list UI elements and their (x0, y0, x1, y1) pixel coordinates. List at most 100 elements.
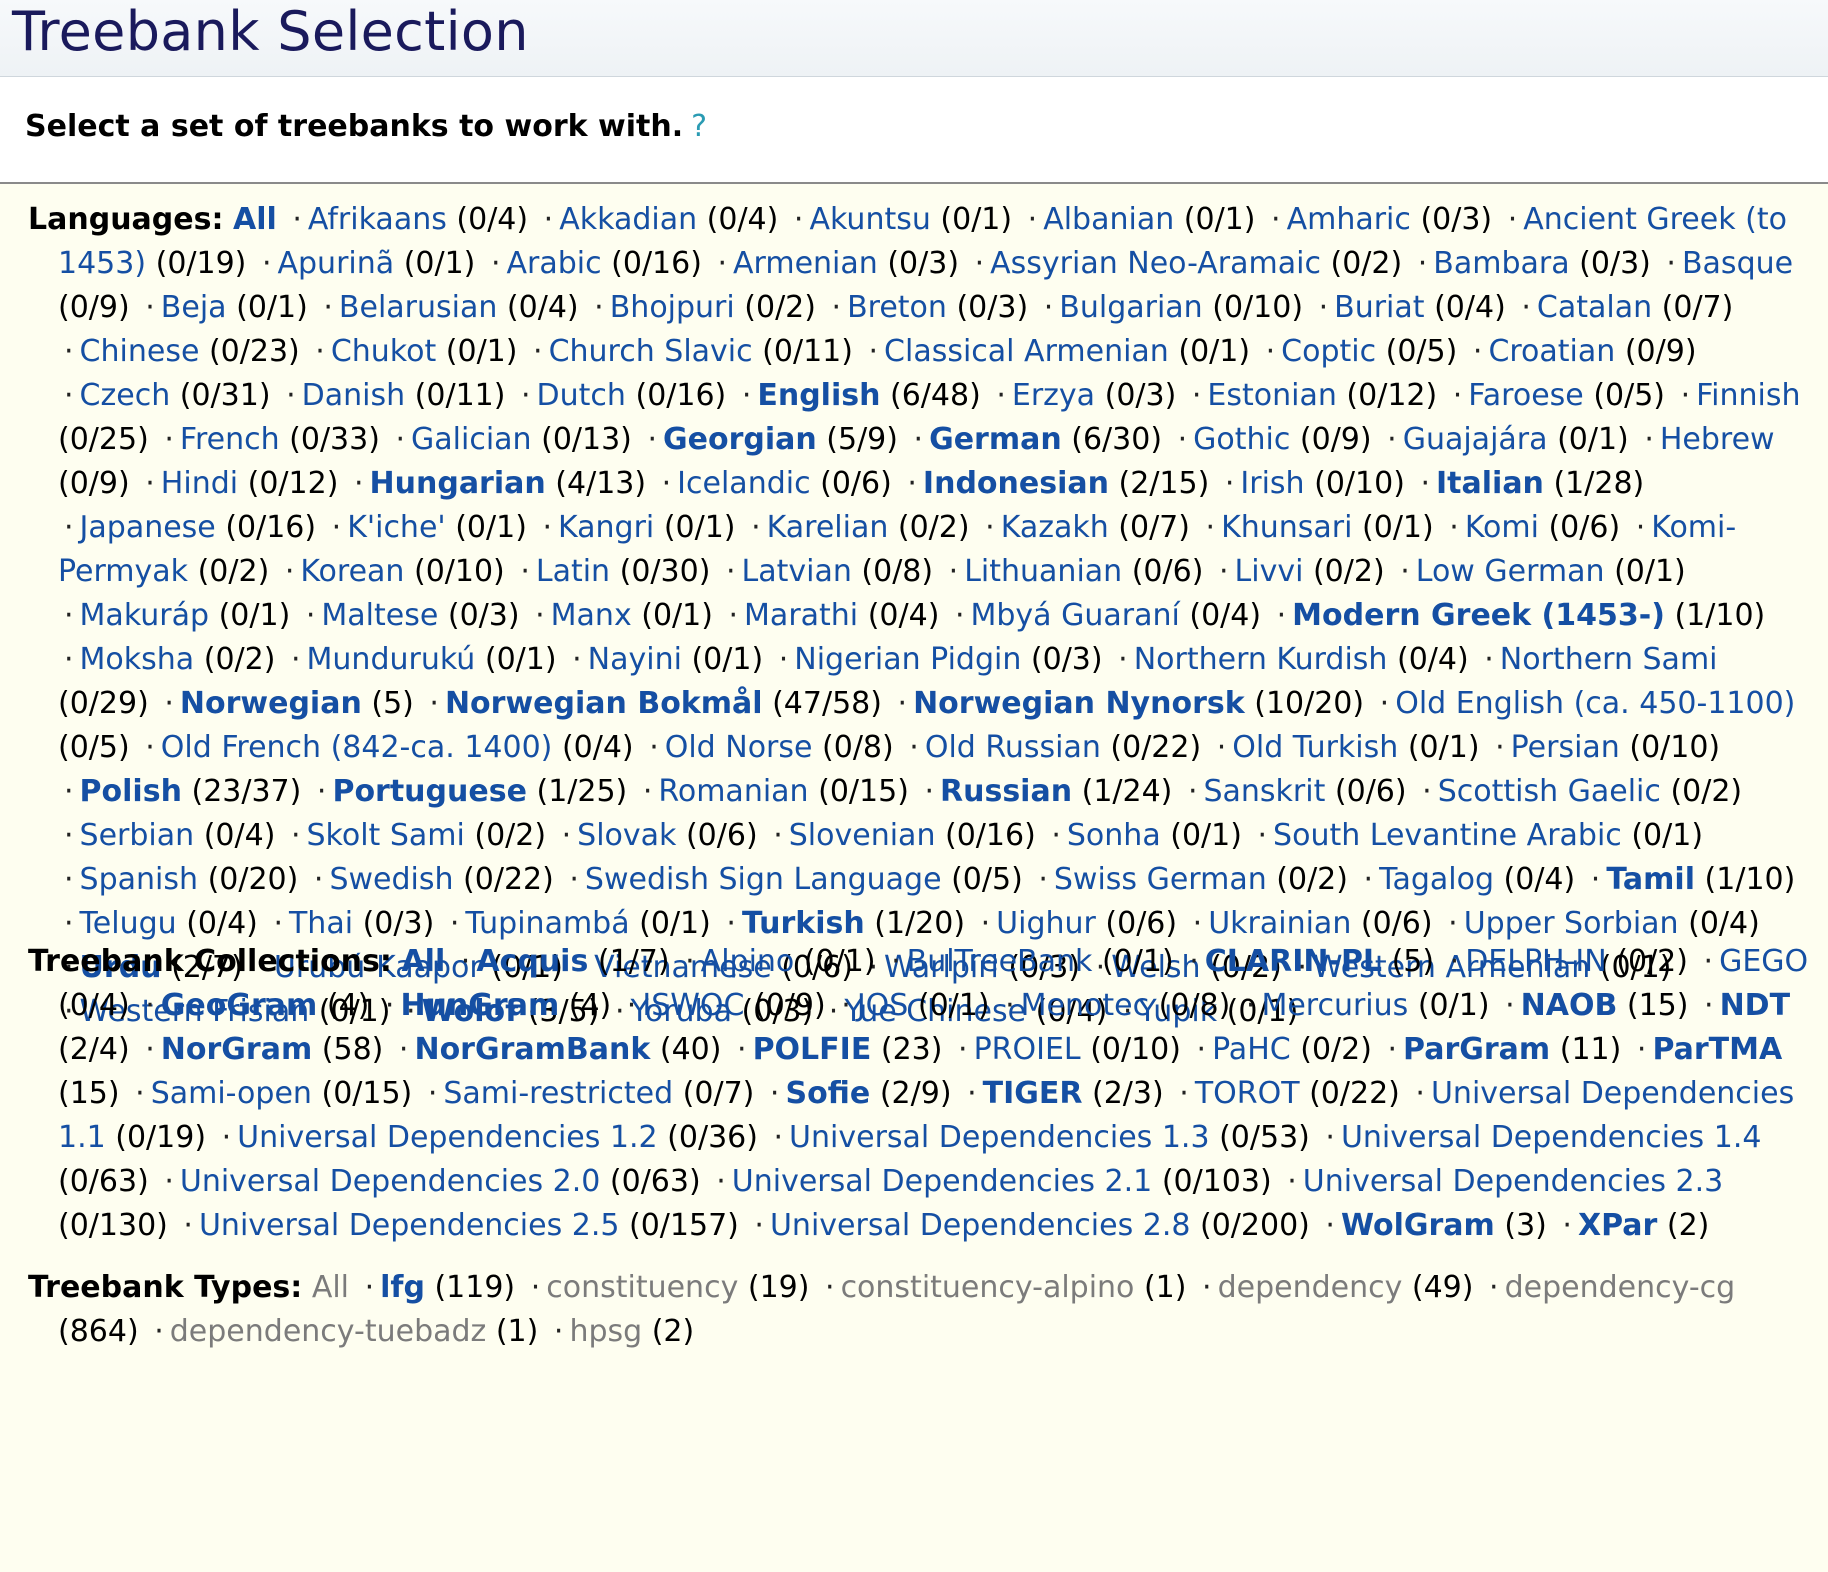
collection-link-hungram[interactable]: HunGram (400, 988, 559, 1023)
language-link-norwegian[interactable]: Norwegian (180, 686, 362, 721)
collection-link-gego[interactable]: GEGO (1719, 944, 1808, 979)
collection-link-universal-dependencies-2-3[interactable]: Universal Dependencies 2.3 (1303, 1164, 1723, 1199)
language-link-skolt-sami[interactable]: Skolt Sami (307, 818, 465, 853)
language-link-faroese[interactable]: Faroese (1468, 378, 1583, 413)
language-link-old-french-842-ca-1400[interactable]: Old French (842-ca. 1400) (161, 730, 553, 765)
collection-link-proiel[interactable]: PROIEL (974, 1032, 1081, 1067)
language-link-norwegian-bokmal[interactable]: Norwegian Bokmål (445, 686, 763, 721)
language-link-hindi[interactable]: Hindi (161, 466, 238, 501)
collection-link-universal-dependencies-2-5[interactable]: Universal Dependencies 2.5 (199, 1208, 619, 1243)
language-link-english[interactable]: English (757, 378, 880, 413)
collection-link-universal-dependencies-1-2[interactable]: Universal Dependencies 1.2 (237, 1120, 657, 1155)
language-link-erzya[interactable]: Erzya (1012, 378, 1095, 413)
language-link-thai[interactable]: Thai (289, 906, 353, 941)
type-link-hpsg[interactable]: hpsg (569, 1314, 642, 1349)
collection-link-iswoc[interactable]: ISWOC (642, 988, 744, 1023)
collection-link-universal-dependencies-1-4[interactable]: Universal Dependencies 1.4 (1341, 1120, 1761, 1155)
collection-link-bultreebank[interactable]: BulTreeBank (907, 944, 1093, 979)
language-link-chukot[interactable]: Chukot (331, 334, 436, 369)
language-link-hungarian[interactable]: Hungarian (370, 466, 546, 501)
language-link-norwegian-nynorsk[interactable]: Norwegian Nynorsk (913, 686, 1245, 721)
language-link-mbya-guarani[interactable]: Mbyá Guaraní (971, 598, 1180, 633)
language-link-church-slavic[interactable]: Church Slavic (549, 334, 753, 369)
language-link-telugu[interactable]: Telugu (80, 906, 177, 941)
language-link-tupinamba[interactable]: Tupinambá (465, 906, 629, 941)
collection-link-partma[interactable]: ParTMA (1652, 1032, 1782, 1067)
language-link-kangri[interactable]: Kangri (558, 510, 654, 545)
language-link-german[interactable]: German (929, 422, 1062, 457)
language-link-tagalog[interactable]: Tagalog (1379, 862, 1494, 897)
collection-link-pahc[interactable]: PaHC (1212, 1032, 1291, 1067)
language-link-apurina[interactable]: Apurinã (277, 246, 394, 281)
language-link-low-german[interactable]: Low German (1416, 554, 1605, 589)
help-link[interactable]: ? (691, 109, 707, 144)
language-link-albanian[interactable]: Albanian (1043, 202, 1174, 237)
language-link-makurap[interactable]: Makuráp (80, 598, 210, 633)
language-link-nayini[interactable]: Nayini (588, 642, 682, 677)
language-link-bulgarian[interactable]: Bulgarian (1059, 290, 1202, 325)
language-link-northern-kurdish[interactable]: Northern Kurdish (1134, 642, 1388, 677)
language-link-chinese[interactable]: Chinese (80, 334, 200, 369)
language-link-bambara[interactable]: Bambara (1433, 246, 1569, 281)
language-link-tamil[interactable]: Tamil (1606, 862, 1695, 897)
language-link-japanese[interactable]: Japanese (80, 510, 216, 545)
language-link-nigerian-pidgin[interactable]: Nigerian Pidgin (794, 642, 1021, 677)
collection-link-acquis[interactable]: Acquis (476, 944, 588, 979)
language-link-turkish[interactable]: Turkish (742, 906, 865, 941)
language-link-beja[interactable]: Beja (161, 290, 227, 325)
language-link-northern-sami[interactable]: Northern Sami (1500, 642, 1718, 677)
language-link-finnish[interactable]: Finnish (1696, 378, 1800, 413)
language-link-marathi[interactable]: Marathi (744, 598, 858, 633)
collection-link-naob[interactable]: NAOB (1521, 988, 1618, 1023)
collection-link-ndt[interactable]: NDT (1720, 988, 1790, 1023)
language-link-sonha[interactable]: Sonha (1067, 818, 1161, 853)
language-link-dutch[interactable]: Dutch (537, 378, 626, 413)
language-link-khunsari[interactable]: Khunsari (1221, 510, 1352, 545)
language-link-old-russian[interactable]: Old Russian (925, 730, 1101, 765)
language-link-portuguese[interactable]: Portuguese (332, 774, 526, 809)
collection-link-clarin-pl[interactable]: CLARIN-PL (1205, 944, 1382, 979)
collection-link-norgrambank[interactable]: NorGramBank (414, 1032, 650, 1067)
type-link-dependency-tuebadz[interactable]: dependency-tuebadz (170, 1314, 487, 1349)
collection-link-polfie[interactable]: POLFIE (753, 1032, 872, 1067)
languages-all-link[interactable]: All (233, 202, 277, 237)
language-link-slovenian[interactable]: Slovenian (789, 818, 936, 853)
language-link-uighur[interactable]: Uighur (996, 906, 1096, 941)
collections-all-link[interactable]: All (401, 944, 445, 979)
language-link-basque[interactable]: Basque (1682, 246, 1793, 281)
language-link-munduruku[interactable]: Mundurukú (307, 642, 476, 677)
language-link-french[interactable]: French (180, 422, 280, 457)
language-link-polish[interactable]: Polish (80, 774, 182, 809)
language-link-croatian[interactable]: Croatian (1488, 334, 1615, 369)
language-link-irish[interactable]: Irish (1240, 466, 1304, 501)
language-link-classical-armenian[interactable]: Classical Armenian (884, 334, 1169, 369)
language-link-coptic[interactable]: Coptic (1281, 334, 1376, 369)
types-all-link[interactable]: All (312, 1270, 349, 1305)
type-link-dependency-cg[interactable]: dependency-cg (1505, 1270, 1736, 1305)
language-link-buriat[interactable]: Buriat (1334, 290, 1424, 325)
language-link-serbian[interactable]: Serbian (80, 818, 195, 853)
language-link-afrikaans[interactable]: Afrikaans (308, 202, 447, 237)
collection-link-tiger[interactable]: TIGER (983, 1076, 1083, 1111)
type-link-constituency[interactable]: constituency (546, 1270, 738, 1305)
collection-link-geogram[interactable]: GeoGram (161, 988, 318, 1023)
language-link-amharic[interactable]: Amharic (1287, 202, 1411, 237)
collection-link-universal-dependencies-2-1[interactable]: Universal Dependencies 2.1 (732, 1164, 1152, 1199)
type-link-dependency[interactable]: dependency (1218, 1270, 1403, 1305)
collection-link-jos[interactable]: JOS (857, 988, 909, 1023)
language-link-catalan[interactable]: Catalan (1537, 290, 1652, 325)
language-link-south-levantine-arabic[interactable]: South Levantine Arabic (1273, 818, 1622, 853)
language-link-armenian[interactable]: Armenian (733, 246, 878, 281)
language-link-upper-sorbian[interactable]: Upper Sorbian (1464, 906, 1679, 941)
language-link-old-norse[interactable]: Old Norse (665, 730, 813, 765)
language-link-kazakh[interactable]: Kazakh (1001, 510, 1109, 545)
collection-link-sofie[interactable]: Sofie (785, 1076, 870, 1111)
collection-link-torot[interactable]: TOROT (1195, 1076, 1300, 1111)
type-link-constituency-alpino[interactable]: constituency-alpino (841, 1270, 1135, 1305)
language-link-ukrainian[interactable]: Ukrainian (1208, 906, 1351, 941)
language-link-scottish-gaelic[interactable]: Scottish Gaelic (1438, 774, 1661, 809)
language-link-guajajara[interactable]: Guajajára (1403, 422, 1548, 457)
language-link-assyrian-neo-aramaic[interactable]: Assyrian Neo-Aramaic (990, 246, 1321, 281)
language-link-breton[interactable]: Breton (847, 290, 947, 325)
language-link-arabic[interactable]: Arabic (506, 246, 601, 281)
